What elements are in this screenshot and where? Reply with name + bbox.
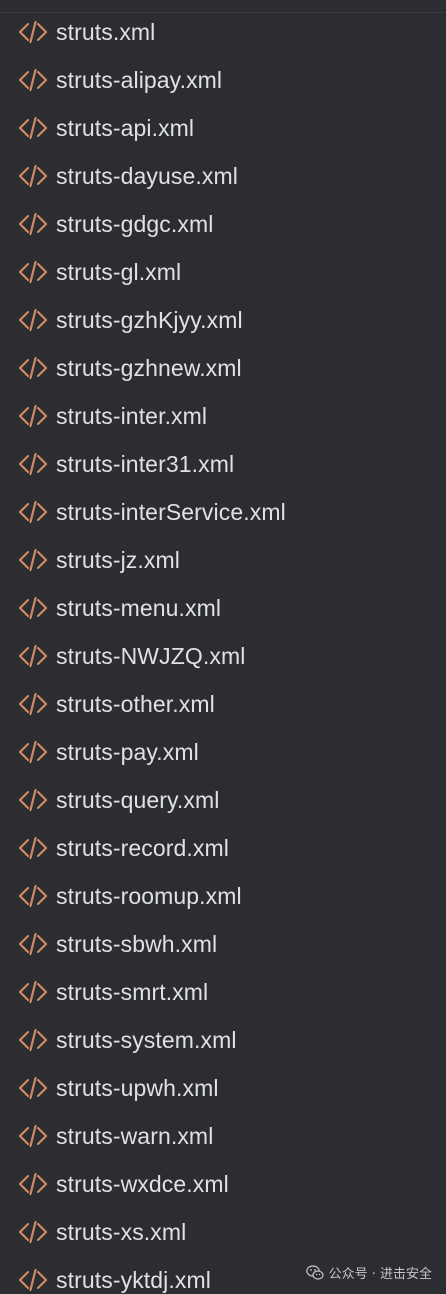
file-item-19[interactable]: struts-sbwh.xml <box>0 920 446 968</box>
xml-file-icon <box>18 1172 48 1196</box>
file-item-21[interactable]: struts-system.xml <box>0 1016 446 1064</box>
xml-file-icon <box>18 164 48 188</box>
xml-file-icon <box>18 68 48 92</box>
file-item-20[interactable]: struts-smrt.xml <box>0 968 446 1016</box>
file-item-13[interactable]: struts-NWJZQ.xml <box>0 632 446 680</box>
file-list: struts.xml struts-alipay.xml struts-api.… <box>0 8 446 1294</box>
file-item-18[interactable]: struts-roomup.xml <box>0 872 446 920</box>
file-item-11[interactable]: struts-jz.xml <box>0 536 446 584</box>
file-name: struts.xml <box>56 18 156 45</box>
file-name: struts-NWJZQ.xml <box>56 642 246 669</box>
wechat-icon <box>305 1264 324 1280</box>
xml-file-icon <box>18 404 48 428</box>
file-item-7[interactable]: struts-gzhnew.xml <box>0 344 446 392</box>
file-name: struts-query.xml <box>56 786 220 813</box>
file-item-5[interactable]: struts-gl.xml <box>0 248 446 296</box>
file-name: struts-jz.xml <box>56 546 180 573</box>
file-name: struts-roomup.xml <box>56 882 242 909</box>
xml-file-icon <box>18 740 48 764</box>
xml-file-icon <box>18 548 48 572</box>
file-item-6[interactable]: struts-gzhKjyy.xml <box>0 296 446 344</box>
file-name: struts-yktdj.xml <box>56 1266 211 1293</box>
file-name: struts-gzhnew.xml <box>56 354 242 381</box>
watermark: 公众号 · 进击安全 <box>305 1263 432 1282</box>
file-name: struts-smrt.xml <box>56 978 209 1005</box>
xml-file-icon <box>18 500 48 524</box>
xml-file-icon <box>18 1076 48 1100</box>
xml-file-icon <box>18 20 48 44</box>
file-item-4[interactable]: struts-gdgc.xml <box>0 200 446 248</box>
file-item-9[interactable]: struts-inter31.xml <box>0 440 446 488</box>
xml-file-icon <box>18 836 48 860</box>
file-name: struts-api.xml <box>56 114 195 141</box>
file-item-15[interactable]: struts-pay.xml <box>0 728 446 776</box>
project-file-panel: struts.xml struts-alipay.xml struts-api.… <box>0 0 446 1294</box>
file-item-10[interactable]: struts-interService.xml <box>0 488 446 536</box>
file-name: struts-wxdce.xml <box>56 1170 229 1197</box>
xml-file-icon <box>18 116 48 140</box>
file-item-3[interactable]: struts-dayuse.xml <box>0 152 446 200</box>
xml-file-icon <box>18 260 48 284</box>
xml-file-icon <box>18 212 48 236</box>
file-name: struts-system.xml <box>56 1026 237 1053</box>
xml-file-icon <box>18 1124 48 1148</box>
file-item-0[interactable]: struts.xml <box>0 8 446 56</box>
file-name: struts-warn.xml <box>56 1122 214 1149</box>
file-name: struts-menu.xml <box>56 594 222 621</box>
file-name: struts-alipay.xml <box>56 66 223 93</box>
file-name: struts-inter31.xml <box>56 450 235 477</box>
xml-file-icon <box>18 980 48 1004</box>
file-item-16[interactable]: struts-query.xml <box>0 776 446 824</box>
file-name: struts-inter.xml <box>56 402 208 429</box>
file-name: struts-pay.xml <box>56 738 199 765</box>
file-item-12[interactable]: struts-menu.xml <box>0 584 446 632</box>
xml-file-icon <box>18 1028 48 1052</box>
xml-file-icon <box>18 356 48 380</box>
xml-file-icon <box>18 1220 48 1244</box>
file-item-17[interactable]: struts-record.xml <box>0 824 446 872</box>
file-item-22[interactable]: struts-upwh.xml <box>0 1064 446 1112</box>
xml-file-icon <box>18 308 48 332</box>
file-name: struts-other.xml <box>56 690 215 717</box>
xml-file-icon <box>18 884 48 908</box>
file-item-1[interactable]: struts-alipay.xml <box>0 56 446 104</box>
file-name: struts-gl.xml <box>56 258 182 285</box>
file-name: struts-xs.xml <box>56 1218 187 1245</box>
file-item-23[interactable]: struts-warn.xml <box>0 1112 446 1160</box>
file-item-25[interactable]: struts-xs.xml <box>0 1208 446 1256</box>
xml-file-icon <box>18 932 48 956</box>
file-item-14[interactable]: struts-other.xml <box>0 680 446 728</box>
watermark-text: 公众号 · 进击安全 <box>328 1267 432 1282</box>
file-item-24[interactable]: struts-wxdce.xml <box>0 1160 446 1208</box>
file-name: struts-interService.xml <box>56 498 286 525</box>
file-name: struts-gdgc.xml <box>56 210 214 237</box>
file-item-8[interactable]: struts-inter.xml <box>0 392 446 440</box>
file-name: struts-dayuse.xml <box>56 162 238 189</box>
xml-file-icon <box>18 644 48 668</box>
file-name: struts-sbwh.xml <box>56 930 218 957</box>
xml-file-icon <box>18 692 48 716</box>
xml-file-icon <box>18 452 48 476</box>
file-name: struts-gzhKjyy.xml <box>56 306 243 333</box>
xml-file-icon <box>18 788 48 812</box>
file-name: struts-upwh.xml <box>56 1074 219 1101</box>
file-name: struts-record.xml <box>56 834 229 861</box>
file-item-2[interactable]: struts-api.xml <box>0 104 446 152</box>
xml-file-icon <box>18 1268 48 1292</box>
xml-file-icon <box>18 596 48 620</box>
